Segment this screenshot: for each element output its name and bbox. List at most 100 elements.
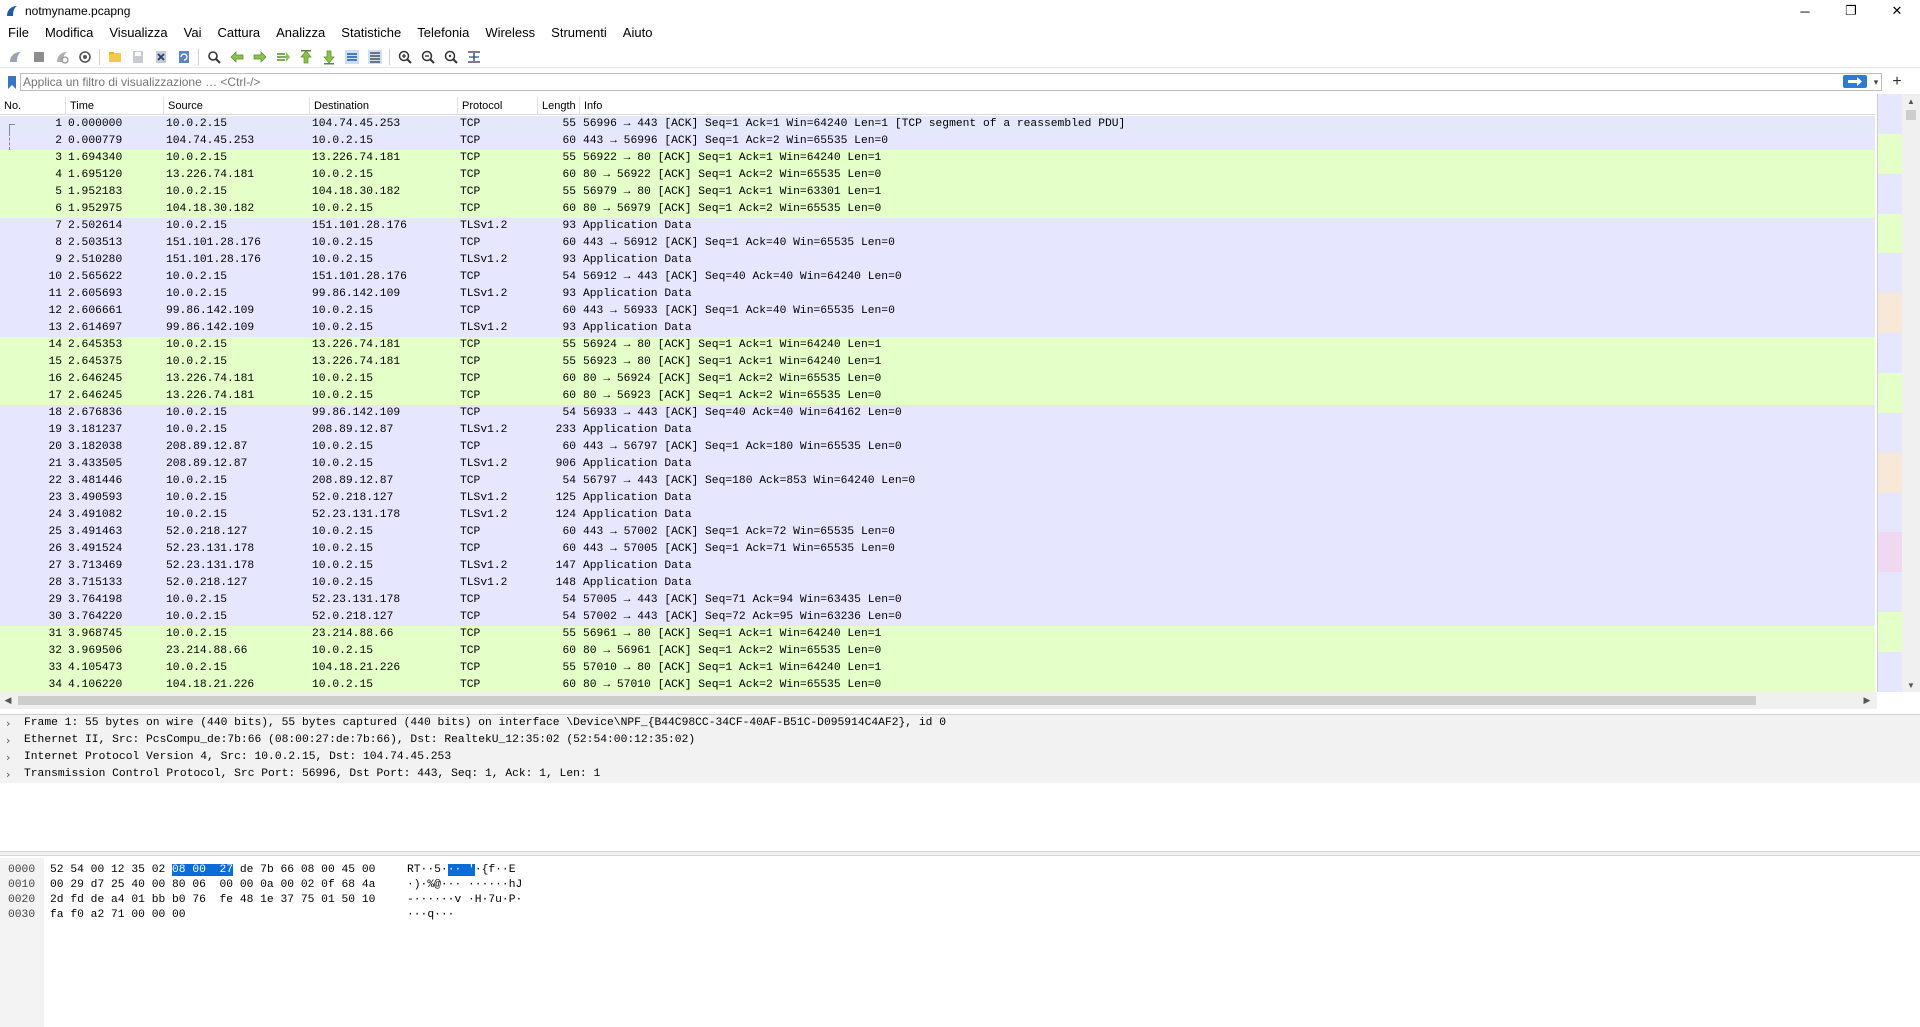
go-to-packet-icon[interactable] — [271, 47, 294, 67]
menu-wireless[interactable]: Wireless — [477, 22, 543, 44]
table-row[interactable]: 30 3.764220 10.0.2.15 52.0.218.127 TCP 54 5700… — [0, 609, 1875, 626]
filter-bookmark-icon[interactable] — [4, 73, 20, 91]
table-row[interactable]: 7 2.502614 10.0.2.15 151.101.28.176 TLSv1.2 9… — [0, 218, 1875, 235]
restore-button[interactable]: ❐ — [1828, 0, 1874, 22]
column-header-protocol[interactable]: Protocol — [458, 97, 538, 115]
expand-chevron-icon[interactable]: › — [6, 732, 16, 749]
autoscroll-icon[interactable] — [340, 47, 363, 67]
table-row[interactable]: 4 1.695120 13.226.74.181 10.0.2.15 TCP 60 80 →… — [0, 167, 1875, 184]
stop-icon[interactable] — [27, 47, 50, 67]
packet-list-vertical-scrollbar[interactable]: ▲ ▼ — [1902, 94, 1920, 692]
menu-statistiche[interactable]: Statistiche — [333, 22, 409, 44]
resize-columns-icon[interactable] — [462, 47, 485, 67]
filter-history-dropdown-icon[interactable]: ▾ — [1870, 74, 1882, 90]
table-row[interactable]: 3 1.694340 10.0.2.15 13.226.74.181 TCP 55 5692… — [0, 150, 1875, 167]
minimap-stripe — [1878, 572, 1902, 613]
column-header-length[interactable]: Length — [538, 97, 580, 115]
table-row[interactable]: 32 3.969506 23.214.88.66 10.0.2.15 TCP 60 80 →… — [0, 643, 1875, 660]
table-row[interactable]: 21 3.433505 208.89.12.87 10.0.2.15 TLSv1.2 90… — [0, 456, 1875, 473]
close-file-icon[interactable] — [149, 47, 172, 67]
detail-tree-item[interactable]: › Internet Protocol Version 4, Src: 10.0.… — [0, 749, 1920, 766]
table-row[interactable]: 22 3.481446 10.0.2.15 208.89.12.87 TCP 54 5679… — [0, 473, 1875, 490]
packet-list-horizontal-scrollbar[interactable]: ◀ ▶ — [0, 692, 1877, 709]
add-filter-button[interactable]: + — [1888, 72, 1906, 92]
save-icon[interactable] — [126, 47, 149, 67]
go-forward-icon[interactable] — [248, 47, 271, 67]
go-first-icon[interactable] — [294, 47, 317, 67]
table-row[interactable]: 25 3.491463 52.0.218.127 10.0.2.15 TCP 60 443 … — [0, 524, 1875, 541]
column-header-source[interactable]: Source — [164, 97, 310, 115]
table-row[interactable]: 5 1.952183 10.0.2.15 104.18.30.182 TCP 55 5697… — [0, 184, 1875, 201]
table-row[interactable]: 12 2.606661 99.86.142.109 10.0.2.15 TCP 60 443… — [0, 303, 1875, 320]
table-row[interactable]: 23 3.490593 10.0.2.15 52.0.218.127 TLSv1.2 12… — [0, 490, 1875, 507]
menu-vai[interactable]: Vai — [176, 22, 210, 44]
detail-tree-item[interactable]: › Frame 1: 55 bytes on wire (440 bits), 5… — [0, 715, 1920, 732]
column-header-time[interactable]: Time — [66, 97, 164, 115]
table-row[interactable]: 16 2.646245 13.226.74.181 10.0.2.15 TCP 60 80 … — [0, 371, 1875, 388]
shark-fin-start-icon[interactable] — [4, 47, 27, 67]
table-row[interactable]: 20 3.182038 208.89.12.87 10.0.2.15 TCP 60 443 … — [0, 439, 1875, 456]
go-last-icon[interactable] — [317, 47, 340, 67]
zoom-normal-icon[interactable] — [439, 47, 462, 67]
expand-chevron-icon[interactable]: › — [6, 766, 16, 783]
table-row[interactable]: 1 0.000000 10.0.2.15 104.74.45.253 TCP 55 5699… — [0, 116, 1875, 133]
table-row[interactable]: 10 2.565622 10.0.2.15 151.101.28.176 TCP 54 56… — [0, 269, 1875, 286]
scroll-down-icon[interactable]: ▼ — [1902, 678, 1920, 692]
close-button[interactable]: ✕ — [1874, 0, 1920, 22]
reload-icon[interactable] — [172, 47, 195, 67]
table-row[interactable]: 33 4.105473 10.0.2.15 104.18.21.226 TCP 55 570… — [0, 660, 1875, 677]
table-row[interactable]: 6 1.952975 104.18.30.182 10.0.2.15 TCP 60 80 →… — [0, 201, 1875, 218]
zoom-out-icon[interactable] — [416, 47, 439, 67]
scroll-up-icon[interactable]: ▲ — [1902, 94, 1920, 108]
column-header-info[interactable]: Info — [580, 97, 1875, 115]
table-row[interactable]: 14 2.645353 10.0.2.15 13.226.74.181 TCP 55 569… — [0, 337, 1875, 354]
table-row[interactable]: 19 3.181237 10.0.2.15 208.89.12.87 TLSv1.2 23… — [0, 422, 1875, 439]
table-row[interactable]: 8 2.503513 151.101.28.176 10.0.2.15 TCP 60 443… — [0, 235, 1875, 252]
detail-tree-item[interactable]: › Transmission Control Protocol, Src Port… — [0, 766, 1920, 783]
table-row[interactable]: 2 0.000779 104.74.45.253 10.0.2.15 TCP 60 443 … — [0, 133, 1875, 150]
menu-cattura[interactable]: Cattura — [210, 22, 269, 44]
table-row[interactable]: 13 2.614697 99.86.142.109 10.0.2.15 TLSv1.2 9… — [0, 320, 1875, 337]
horizontal-scroll-thumb[interactable] — [18, 696, 1756, 705]
scroll-right-icon[interactable]: ▶ — [1859, 692, 1875, 709]
find-packet-icon[interactable] — [202, 47, 225, 67]
table-row[interactable]: 29 3.764198 10.0.2.15 52.23.131.178 TCP 54 570… — [0, 592, 1875, 609]
table-row[interactable]: 28 3.715133 52.0.218.127 10.0.2.15 TLSv1.2 14… — [0, 575, 1875, 592]
menu-aiuto[interactable]: Aiuto — [615, 22, 661, 44]
table-row[interactable]: 9 2.510280 151.101.28.176 10.0.2.15 TLSv1.2 9… — [0, 252, 1875, 269]
table-row[interactable]: 17 2.646245 13.226.74.181 10.0.2.15 TCP 60 80 … — [0, 388, 1875, 405]
cell-info: 80 → 56961 [ACK] Seq=1 Ack=2 Win=65535 L… — [583, 645, 882, 657]
packet-minimap[interactable] — [1877, 94, 1902, 692]
menu-strumenti[interactable]: Strumenti — [543, 22, 615, 44]
colorize-icon[interactable] — [363, 47, 386, 67]
table-row[interactable]: 11 2.605693 10.0.2.15 99.86.142.109 TLSv1.2 9… — [0, 286, 1875, 303]
minimize-button[interactable]: ─ — [1782, 0, 1828, 22]
cell-dst: 13.226.74.181 — [312, 152, 401, 164]
table-row[interactable]: 18 2.676836 10.0.2.15 99.86.142.109 TCP 54 569… — [0, 405, 1875, 422]
table-row[interactable]: 31 3.968745 10.0.2.15 23.214.88.66 TCP 55 5696… — [0, 626, 1875, 643]
expand-chevron-icon[interactable]: › — [6, 749, 16, 766]
table-row[interactable]: 15 2.645375 10.0.2.15 13.226.74.181 TCP 55 569… — [0, 354, 1875, 371]
menu-visualizza[interactable]: Visualizza — [101, 22, 175, 44]
expand-chevron-icon[interactable]: › — [6, 715, 16, 732]
apply-filter-arrow-icon[interactable] — [1843, 75, 1867, 88]
menu-file[interactable]: File — [0, 22, 37, 44]
column-header-destination[interactable]: Destination — [310, 97, 458, 115]
restart-icon[interactable] — [50, 47, 73, 67]
open-file-icon[interactable] — [103, 47, 126, 67]
scroll-left-icon[interactable]: ◀ — [0, 692, 16, 709]
table-row[interactable]: 27 3.713469 52.23.131.178 10.0.2.15 TLSv1.2 1… — [0, 558, 1875, 575]
menu-modifica[interactable]: Modifica — [37, 22, 101, 44]
scroll-thumb[interactable] — [1906, 110, 1916, 120]
detail-tree-item[interactable]: › Ethernet II, Src: PcsCompu_de:7b:66 (08… — [0, 732, 1920, 749]
go-back-icon[interactable] — [225, 47, 248, 67]
capture-options-icon[interactable] — [73, 47, 96, 67]
table-row[interactable]: 26 3.491524 52.23.131.178 10.0.2.15 TCP 60 443… — [0, 541, 1875, 558]
zoom-in-icon[interactable] — [393, 47, 416, 67]
menu-analizza[interactable]: Analizza — [268, 22, 333, 44]
table-row[interactable]: 24 3.491082 10.0.2.15 52.23.131.178 TLSv1.2 1… — [0, 507, 1875, 524]
column-header-no[interactable]: No. — [0, 97, 66, 115]
display-filter-input[interactable] — [20, 73, 1882, 91]
menu-telefonia[interactable]: Telefonia — [409, 22, 477, 44]
pane-splitter[interactable] — [0, 851, 1920, 856]
